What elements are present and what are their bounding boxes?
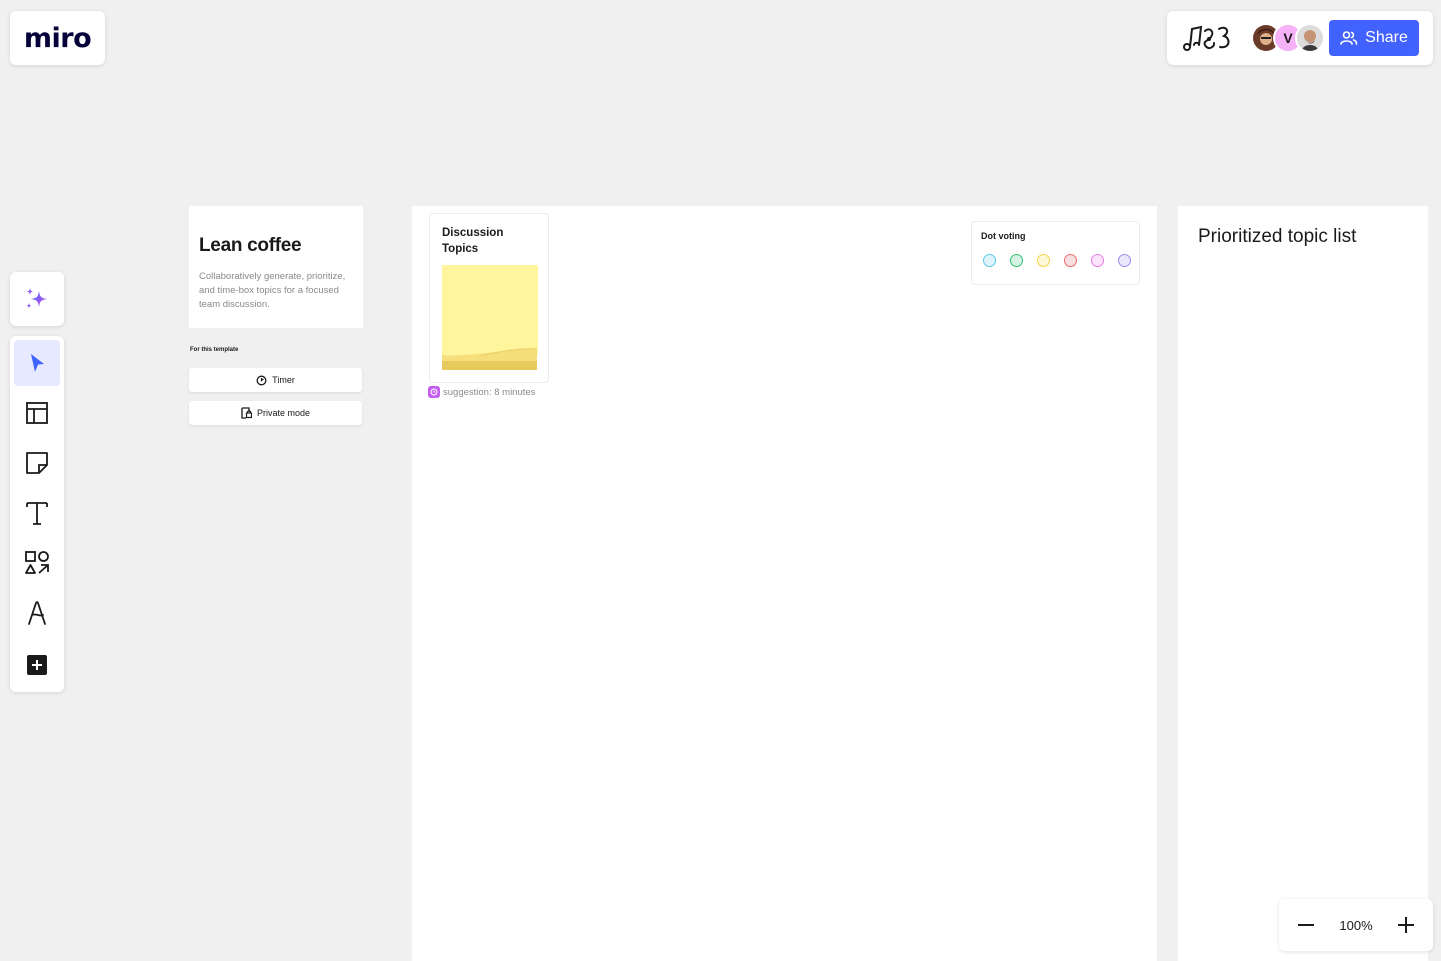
timer-icon (256, 375, 267, 385)
text-tool[interactable] (14, 490, 60, 536)
voting-dot[interactable] (1037, 254, 1050, 267)
zoom-level[interactable]: 100% (1339, 918, 1372, 933)
prioritized-frame[interactable]: Prioritized topic list (1178, 206, 1428, 961)
add-more-tool[interactable] (14, 642, 60, 688)
discussion-topics-title: Discussion Topics (442, 225, 503, 257)
ai-assist-button[interactable] (10, 272, 64, 326)
minus-icon (1298, 924, 1314, 926)
share-button[interactable]: Share (1329, 20, 1419, 56)
shapes-tool[interactable] (14, 540, 60, 586)
voting-dot[interactable] (1064, 254, 1077, 267)
zoom-controls: 100% (1279, 899, 1433, 951)
time-suggestion: suggestion: 8 minutes (428, 386, 535, 398)
discussion-topics-card[interactable]: Discussion Topics (429, 213, 549, 383)
add-more-icon (27, 655, 47, 675)
private-mode-icon (241, 407, 252, 419)
select-icon (31, 354, 44, 372)
sticky-note-stack[interactable] (441, 265, 538, 371)
plus-icon (1398, 917, 1414, 933)
topics-title-line2: Topics (442, 243, 479, 255)
users-icon (1340, 31, 1358, 45)
timer-badge-icon (428, 386, 440, 398)
templates-tool[interactable] (14, 390, 60, 436)
dot-voting-card[interactable]: Dot voting (971, 221, 1140, 285)
suggestion-text: suggestion: 8 minutes (443, 386, 536, 398)
share-label: Share (1365, 29, 1408, 46)
lean-coffee-title: Lean coffee (199, 235, 302, 256)
sticky-note-tool[interactable] (14, 440, 60, 486)
templates-icon (26, 402, 48, 424)
miro-logo[interactable]: miro (10, 11, 105, 65)
top-right-bar: V Share (1167, 11, 1433, 65)
voting-dot[interactable] (1010, 254, 1023, 267)
dot-voting-title: Dot voting (981, 231, 1026, 241)
avatar[interactable] (1295, 23, 1325, 53)
private-mode-label: Private mode (256, 408, 311, 418)
sparkles-icon (26, 288, 47, 309)
timer-button[interactable]: Timer (189, 368, 362, 392)
pen-icon (28, 601, 46, 625)
zoom-in-button[interactable] (1393, 912, 1419, 938)
select-tool[interactable] (14, 340, 60, 386)
prioritized-topic-title: Prioritized topic list (1198, 226, 1357, 247)
topics-title-line1: Discussion (442, 227, 504, 239)
voting-dot[interactable] (1118, 254, 1131, 267)
text-icon (26, 502, 48, 525)
left-toolbar (10, 336, 64, 692)
private-mode-button[interactable]: Private mode (189, 401, 362, 425)
voting-dot[interactable] (1091, 254, 1104, 267)
board-emoji-icon[interactable] (1181, 23, 1233, 53)
lean-coffee-description: Collaboratively generate, prioritize, an… (199, 271, 346, 310)
for-template-label: For this template (190, 347, 239, 353)
timer-label: Timer (272, 375, 295, 385)
lean-coffee-card[interactable]: Lean coffee Collaboratively generate, pr… (189, 206, 363, 328)
voting-dot[interactable] (983, 254, 996, 267)
shapes-icon (25, 551, 49, 574)
pen-tool[interactable] (14, 590, 60, 636)
sticky-note-icon (26, 452, 48, 474)
zoom-out-button[interactable] (1293, 912, 1319, 938)
collaborator-avatars[interactable]: V (1251, 23, 1325, 53)
